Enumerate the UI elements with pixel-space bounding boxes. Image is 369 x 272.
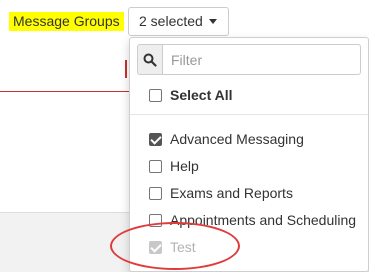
filter-input[interactable] bbox=[162, 44, 361, 75]
option-help[interactable]: Help bbox=[149, 156, 199, 176]
background-accent bbox=[125, 60, 127, 78]
option-label: Advanced Messaging bbox=[170, 131, 304, 147]
select-all-option[interactable]: Select All bbox=[149, 85, 233, 105]
option-checkbox[interactable] bbox=[149, 132, 162, 146]
select-all-label: Select All bbox=[170, 87, 233, 103]
filter-row bbox=[137, 44, 361, 75]
option-checkbox[interactable] bbox=[149, 159, 162, 173]
option-checkbox[interactable] bbox=[149, 186, 162, 200]
background-divider-line bbox=[0, 91, 130, 92]
search-icon bbox=[137, 44, 162, 75]
option-label: Exams and Reports bbox=[170, 185, 293, 201]
caret-down-icon bbox=[208, 19, 217, 24]
menu-divider bbox=[130, 114, 368, 115]
message-groups-dropdown-toggle[interactable]: 2 selected bbox=[128, 7, 229, 36]
option-exams-and-reports[interactable]: Exams and Reports bbox=[149, 183, 293, 203]
option-label: Help bbox=[170, 158, 199, 174]
option-advanced-messaging[interactable]: Advanced Messaging bbox=[149, 129, 304, 149]
annotation-highlight-ellipse bbox=[110, 222, 240, 270]
dropdown-selected-count: 2 selected bbox=[139, 13, 203, 29]
select-all-checkbox[interactable] bbox=[149, 88, 162, 102]
message-groups-label: Message Groups bbox=[9, 12, 124, 31]
